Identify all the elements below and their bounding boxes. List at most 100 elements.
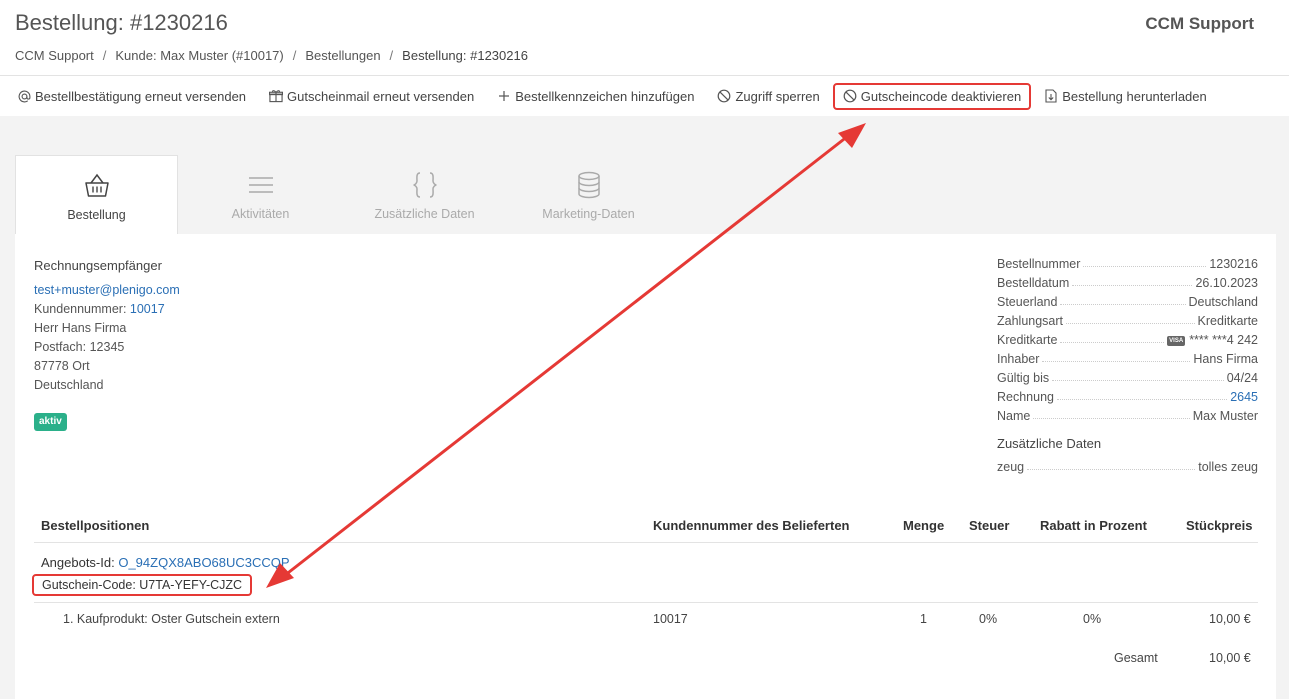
download-order-button[interactable]: Bestellung herunterladen	[1044, 89, 1207, 104]
tab-additional-data-label: Zusätzliche Daten	[374, 207, 475, 221]
tab-activities[interactable]: Aktivitäten	[179, 155, 342, 235]
detail-row: Zahlungsart Kreditkarte	[997, 309, 1258, 328]
position-cell: 1. Kaufprodukt: Oster Gutschein extern	[63, 612, 280, 626]
column-header-positions: Bestellpositionen	[41, 518, 150, 533]
offer-id-line: Angebots-Id: O_94ZQX8ABO68UC3CCQP	[41, 555, 290, 570]
ban-icon	[717, 89, 731, 103]
detail-row: Gültig bis 04/24	[997, 366, 1258, 385]
detail-row: Steuerland Deutschland	[997, 290, 1258, 309]
plus-icon	[497, 89, 511, 103]
table-divider	[34, 602, 1258, 603]
recipient-country: Deutschland	[34, 378, 104, 392]
breadcrumb-item-current: Bestellung: #1230216	[402, 48, 528, 63]
breadcrumb-item-orders[interactable]: Bestellungen	[305, 48, 380, 63]
at-sign-icon	[17, 89, 31, 103]
block-access-button[interactable]: Zugriff sperren	[717, 88, 820, 104]
customer-number-label: Kundennummer:	[34, 302, 127, 316]
offer-id-label: Angebots-Id:	[41, 555, 115, 570]
detail-key: Zahlungsart	[997, 314, 1064, 328]
tax-cell: 0%	[979, 612, 998, 626]
add-order-tag-label: Bestellkennzeichen hinzufügen	[515, 88, 695, 104]
tab-additional-data[interactable]: Zusätzliche Daten	[343, 155, 506, 235]
detail-key: Name	[997, 409, 1031, 423]
resend-confirmation-button[interactable]: Bestellbestätigung erneut versenden	[17, 89, 246, 104]
unit-price-cell: 10,00 €	[1209, 612, 1251, 626]
detail-key: Bestellnummer	[997, 257, 1081, 271]
billing-recipient: Rechnungsempfänger test+muster@plenigo.c…	[34, 256, 180, 431]
column-header-unit-price: Stückpreis	[1186, 518, 1253, 533]
detail-row: Bestelldatum 26.10.2023	[997, 271, 1258, 290]
breadcrumb: CCM Support / Kunde: Max Muster (#10017)…	[15, 48, 528, 63]
additional-data-heading: Zusätzliche Daten	[997, 436, 1102, 451]
breadcrumb-separator: /	[292, 48, 297, 63]
detail-value: **** ***4 242	[1189, 333, 1258, 347]
detail-key: Bestelldatum	[997, 276, 1070, 290]
breadcrumb-item-home[interactable]: CCM Support	[15, 48, 94, 63]
resend-confirmation-label: Bestellbestätigung erneut versenden	[35, 88, 247, 104]
column-header-quantity: Menge	[903, 518, 945, 533]
file-download-icon	[1044, 89, 1058, 103]
recipient-heading: Rechnungsempfänger	[34, 258, 162, 273]
breadcrumb-separator: /	[102, 48, 107, 63]
page-title: Bestellung: #1230216	[15, 10, 228, 35]
list-icon	[246, 170, 276, 200]
column-header-customer-number: Kundennummer des Belieferten	[653, 518, 850, 533]
deactivate-voucher-button[interactable]: Gutscheincode deaktivieren	[832, 82, 1032, 110]
action-toolbar: Bestellbestätigung erneut versenden Guts…	[0, 75, 1289, 116]
detail-key: Rechnung	[997, 390, 1054, 404]
database-icon	[574, 170, 604, 200]
detail-row: zeug tolles zeug	[997, 455, 1258, 474]
status-badge: aktiv	[34, 413, 67, 431]
gift-icon	[269, 89, 284, 103]
total-label: Gesamt	[1114, 651, 1158, 665]
detail-value: Hans Firma	[1193, 352, 1258, 366]
deactivate-voucher-label: Gutscheincode deaktivieren	[860, 88, 1022, 104]
brand-name: CCM Support	[1145, 14, 1254, 33]
detail-value: Max Muster	[1192, 409, 1258, 423]
detail-row: Name Max Muster	[997, 404, 1258, 423]
order-details: Bestellnummer 1230216 Bestelldatum 26.10.2…	[997, 252, 1258, 474]
detail-value: 1230216	[1209, 257, 1258, 271]
page-header: Bestellung: #1230216 CCM Support CCM Sup…	[0, 0, 1289, 75]
detail-row: Inhaber Hans Firma	[997, 347, 1258, 366]
recipient-name: Herr Hans Firma	[34, 321, 127, 335]
detail-row: Kreditkarte VISA **** ***4 242	[997, 328, 1258, 347]
breadcrumb-item-customer[interactable]: Kunde: Max Muster (#10017)	[115, 48, 283, 63]
detail-value: tolles zeug	[1198, 460, 1258, 474]
tab-order[interactable]: Bestellung	[15, 155, 178, 235]
add-order-tag-button[interactable]: Bestellkennzeichen hinzufügen	[497, 89, 694, 104]
detail-value: Deutschland	[1188, 295, 1259, 309]
detail-key: Steuerland	[997, 295, 1058, 309]
recipient-po-box: Postfach: 12345	[34, 340, 125, 354]
resend-voucher-mail-label: Gutscheinmail erneut versenden	[287, 88, 475, 104]
detail-row: Bestellnummer 1230216	[997, 252, 1258, 271]
tab-marketing-data-label: Marketing-Daten	[542, 207, 635, 221]
tab-activities-label: Aktivitäten	[231, 207, 290, 221]
detail-value: 04/24	[1226, 371, 1258, 385]
voucher-code: Gutschein-Code: U7TA-YEFY-CJZC	[32, 574, 253, 596]
curly-braces-icon	[410, 170, 440, 200]
detail-key: zeug	[997, 460, 1025, 474]
column-header-discount: Rabatt in Prozent	[1040, 518, 1147, 533]
detail-row: Rechnung 2645	[997, 385, 1258, 404]
ban-icon	[843, 89, 857, 103]
detail-key: Gültig bis	[997, 371, 1050, 385]
delivered-customer-number-link[interactable]: 10017	[653, 612, 688, 626]
basket-icon	[82, 171, 112, 201]
breadcrumb-separator: /	[389, 48, 394, 63]
total-value: 10,00 €	[1209, 651, 1251, 665]
visa-card-icon: VISA	[1167, 335, 1186, 346]
detail-key: Inhaber	[997, 352, 1040, 366]
offer-id-link[interactable]: O_94ZQX8ABO68UC3CCQP	[118, 555, 289, 570]
recipient-email-link[interactable]: test+muster@plenigo.com	[34, 283, 180, 297]
tab-order-label: Bestellung	[67, 208, 126, 222]
table-header: Bestellpositionen Kundennummer des Belie…	[34, 508, 1258, 543]
customer-number-link[interactable]: 10017	[130, 302, 165, 316]
tab-marketing-data[interactable]: Marketing-Daten	[507, 155, 670, 235]
detail-value: Kreditkarte	[1197, 314, 1258, 328]
resend-voucher-mail-button[interactable]: Gutscheinmail erneut versenden	[269, 89, 474, 104]
invoice-link[interactable]: 2645	[1230, 390, 1258, 404]
download-order-label: Bestellung herunterladen	[1062, 88, 1207, 104]
recipient-city: 87778 Ort	[34, 359, 90, 373]
block-access-label: Zugriff sperren	[735, 88, 820, 104]
